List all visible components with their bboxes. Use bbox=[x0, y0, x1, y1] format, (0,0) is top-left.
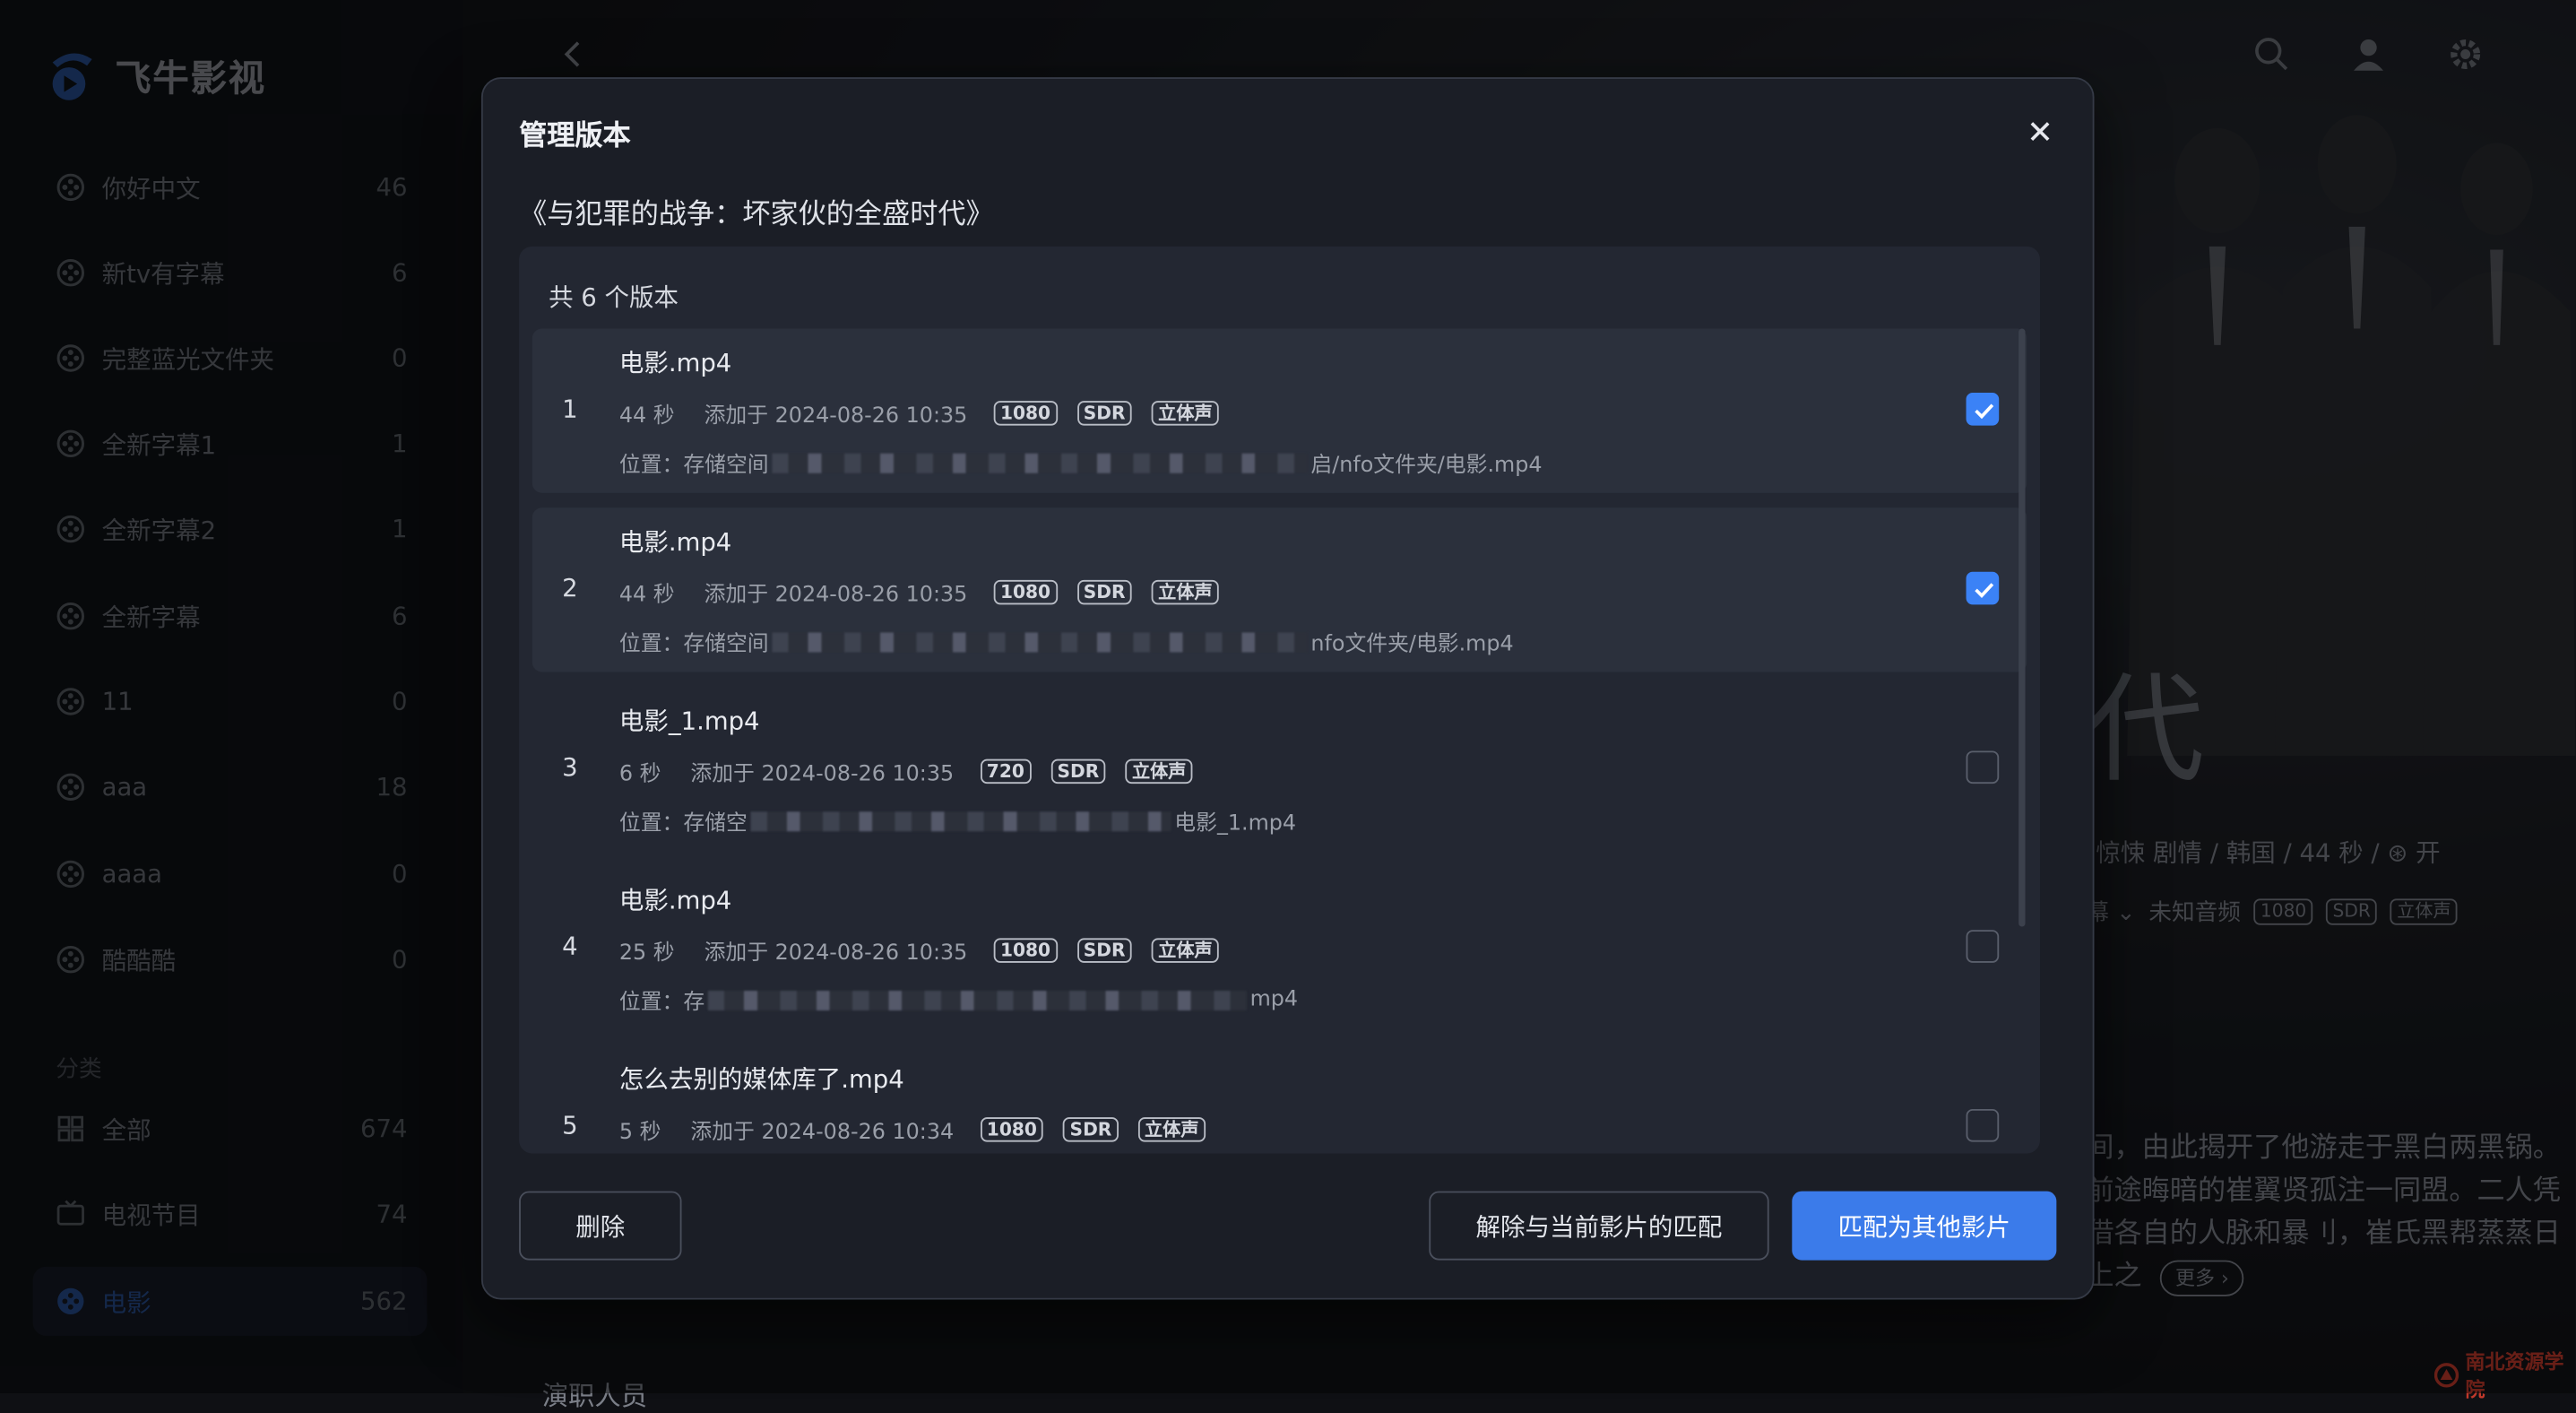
checkmark-icon bbox=[1975, 583, 1994, 598]
version-duration: 5 秒 bbox=[618, 1120, 661, 1146]
version-tag: 立体声 bbox=[1151, 938, 1219, 963]
version-tag: 1080 bbox=[993, 579, 1058, 605]
path-suffix: 启/nfo文件夹/电影.mp4 bbox=[1310, 453, 1543, 479]
version-filename: 电影.mp4 bbox=[618, 348, 732, 378]
version-duration: 44 秒 bbox=[618, 583, 675, 609]
version-path: 位置：存储空间 启/nfo文件夹/电影.mp4 bbox=[619, 446, 1543, 478]
version-tag: 720 bbox=[980, 759, 1032, 785]
version-tag: SDR bbox=[1076, 401, 1132, 426]
version-meta: 44 秒 添加于 2024-08-26 10:35 1080 SDR 立体声 bbox=[619, 397, 1239, 429]
checkmark-icon bbox=[1975, 403, 1994, 420]
version-row[interactable]: 5 怎么去别的媒体库了.mp4 5 秒 添加于 2024-08-26 10:34 108… bbox=[532, 1045, 2027, 1154]
version-checkbox[interactable] bbox=[1966, 392, 2000, 426]
version-path: 位置：存储空间 nfo文件夹/电影.mp4 bbox=[619, 626, 1514, 657]
version-filename: 电影.mp4 bbox=[618, 527, 732, 558]
version-tag: 立体声 bbox=[1125, 759, 1193, 785]
path-prefix: 位置：存储空 bbox=[618, 811, 748, 837]
version-tag: 1080 bbox=[993, 401, 1058, 426]
version-tag: SDR bbox=[1076, 579, 1132, 605]
version-meta: 5 秒 添加于 2024-08-26 10:34 1080 SDR 立体声 bbox=[619, 1114, 1225, 1145]
version-added-date: 添加于 2024-08-26 10:35 bbox=[704, 583, 968, 609]
redacted-path bbox=[707, 990, 1247, 1010]
version-tag: SDR bbox=[1076, 938, 1132, 963]
path-prefix: 位置：存 bbox=[618, 991, 705, 1016]
path-prefix: 位置：存储空间 bbox=[618, 453, 769, 479]
dialog-title: 管理版本 bbox=[519, 119, 631, 153]
version-tag: 立体声 bbox=[1151, 401, 1219, 426]
version-added-date: 添加于 2024-08-26 10:35 bbox=[704, 941, 968, 967]
version-list-scrollbar[interactable] bbox=[2018, 328, 2026, 927]
version-duration: 6 秒 bbox=[618, 762, 661, 787]
version-list-panel: 共 6 个版本 1 电影.mp4 44 秒添加于 2024-08-26 10:35 1… bbox=[519, 246, 2041, 1154]
redacted-path bbox=[750, 811, 1171, 831]
close-icon[interactable] bbox=[2024, 115, 2057, 148]
version-path: 位置：存储空 电影_1.mp4 bbox=[619, 805, 1296, 837]
version-index: 3 bbox=[562, 752, 578, 783]
movie-title: 《与犯罪的战争：坏家伙的全盛时代》 bbox=[519, 198, 994, 232]
version-tag: 立体声 bbox=[1137, 1117, 1206, 1142]
version-checkbox[interactable] bbox=[1966, 750, 2000, 785]
version-tag: 1080 bbox=[993, 938, 1058, 963]
redacted-path bbox=[772, 452, 1308, 472]
version-tag: SDR bbox=[1063, 1117, 1119, 1142]
path-prefix: 位置：存储空间 bbox=[618, 632, 769, 658]
path-suffix: mp4 bbox=[1249, 987, 1299, 1012]
version-index: 4 bbox=[562, 932, 578, 962]
version-row[interactable]: 4 电影.mp4 25 秒 添加于 2024-08-26 10:35 1080 SDR 立体… bbox=[532, 866, 2027, 1030]
version-tag: 立体声 bbox=[1151, 579, 1219, 605]
version-checkbox[interactable] bbox=[1966, 930, 2000, 963]
version-path: 位置：存 mp4 bbox=[618, 984, 1299, 1016]
version-tag: SDR bbox=[1050, 759, 1106, 785]
rematch-button[interactable]: 匹配为其他影片 bbox=[1792, 1191, 2057, 1261]
redacted-path bbox=[772, 631, 1308, 652]
version-filename: 电影.mp4 bbox=[618, 885, 732, 915]
version-added-date: 添加于 2024-08-26 10:34 bbox=[690, 1120, 955, 1146]
version-added-date: 添加于 2024-08-26 10:35 bbox=[690, 762, 955, 787]
version-row[interactable]: 1 电影.mp4 44 秒 添加于 2024-08-26 10:35 1080 SDR 立体… bbox=[532, 328, 2027, 493]
version-index: 5 bbox=[562, 1110, 578, 1140]
version-meta: 6 秒 添加于 2024-08-26 10:35 720 SDR 立体声 bbox=[619, 756, 1213, 787]
version-added-date: 添加于 2024-08-26 10:35 bbox=[704, 403, 968, 429]
version-index: 2 bbox=[562, 573, 578, 603]
version-duration: 25 秒 bbox=[618, 941, 675, 967]
version-row[interactable]: 2 电影.mp4 44 秒 添加于 2024-08-26 10:35 1080 SDR 立体… bbox=[532, 507, 2027, 672]
version-list[interactable]: 1 电影.mp4 44 秒添加于 2024-08-26 10:35 1080 SDR 立体… bbox=[532, 328, 2027, 1154]
version-index: 1 bbox=[562, 394, 578, 424]
delete-button[interactable]: 删除 bbox=[519, 1191, 682, 1261]
version-meta: 44 秒 添加于 2024-08-26 10:35 1080 SDR 立体声 bbox=[619, 576, 1239, 608]
version-row[interactable]: 3 电影_1.mp4 6 秒 添加于 2024-08-26 10:35 720 SDR 立体… bbox=[532, 687, 2027, 851]
manage-versions-dialog: 管理版本 《与犯罪的战争：坏家伙的全盛时代》 共 6 个版本 1 电影.mp4 44… bbox=[480, 77, 2095, 1300]
version-checkbox[interactable] bbox=[1966, 571, 2000, 605]
version-meta: 25 秒 添加于 2024-08-26 10:35 1080 SDR 立体声 bbox=[619, 935, 1239, 967]
version-tag: 1080 bbox=[980, 1117, 1044, 1142]
version-checkbox[interactable] bbox=[1966, 1108, 2000, 1142]
unmatch-button[interactable]: 解除与当前影片的匹配 bbox=[1429, 1191, 1769, 1261]
version-filename: 怎么去别的媒体库了.mp4 bbox=[618, 1064, 904, 1095]
path-suffix: 电影_1.mp4 bbox=[1174, 811, 1297, 837]
version-filename: 电影_1.mp4 bbox=[618, 706, 760, 736]
version-count: 共 6 个版本 bbox=[549, 282, 679, 313]
version-duration: 44 秒 bbox=[618, 403, 675, 429]
path-suffix: nfo文件夹/电影.mp4 bbox=[1310, 632, 1514, 658]
